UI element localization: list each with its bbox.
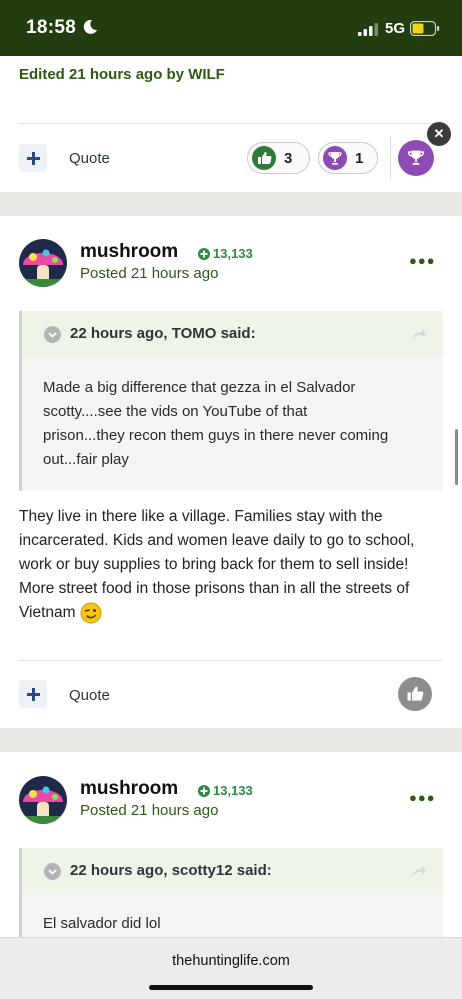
wink-emoji-icon	[80, 602, 102, 624]
reputation-count: 13,133	[213, 783, 253, 798]
multiquote-button[interactable]	[19, 680, 47, 708]
more-options-icon[interactable]: ●●●	[409, 790, 436, 805]
post-line-last: Vietnam	[19, 601, 443, 625]
status-bar: 18:58 5G	[0, 0, 462, 56]
divider	[19, 123, 443, 124]
edited-note: Edited 21 hours ago by WILF	[19, 66, 225, 83]
avatar[interactable]	[19, 239, 67, 287]
reaction-trophy-count: 1	[355, 149, 364, 167]
mushroom-avatar-icon	[19, 239, 67, 287]
plus-circle-icon	[198, 247, 210, 260]
quote-header[interactable]: 22 hours ago, TOMO said:	[22, 311, 443, 357]
chevron-down-icon[interactable]	[44, 326, 61, 343]
post-line: They live in there like a village. Famil…	[19, 508, 383, 525]
reaction-separator	[390, 136, 391, 180]
post-line: Vietnam	[19, 604, 76, 621]
posted-time[interactable]: Posted 21 hours ago	[80, 802, 218, 819]
post-separator	[0, 728, 462, 752]
quote-citation: 22 hours ago, TOMO said:	[70, 325, 256, 342]
plus-icon	[26, 687, 40, 701]
quote-line: out...fair play	[43, 451, 129, 468]
quote-button[interactable]: Quote	[69, 687, 110, 704]
divider	[19, 660, 443, 661]
reaction-like-count: 3	[284, 149, 293, 167]
quote-block: 22 hours ago, TOMO said: Made a big diff…	[19, 311, 443, 491]
reputation-badge: 13,133	[198, 246, 253, 261]
more-options-icon[interactable]: ●●●	[409, 253, 436, 268]
post-line: incarcerated. Kids and women leave daily…	[19, 532, 415, 549]
post-body: They live in there like a village. Famil…	[19, 505, 443, 625]
quote-header[interactable]: 22 hours ago, scotty12 said:	[22, 848, 443, 894]
scrollbar-thumb[interactable]	[455, 429, 458, 485]
signal-icon	[358, 23, 378, 36]
plus-icon	[26, 151, 40, 165]
moon-icon	[83, 19, 97, 34]
reaction-trophy[interactable]: 1	[318, 142, 378, 174]
post-line: work or buy supplies to bring back for t…	[19, 556, 409, 573]
quote-line: Made a big difference that gezza in el S…	[43, 379, 356, 396]
share-arrow-icon[interactable]	[411, 327, 427, 341]
home-indicator[interactable]	[149, 985, 313, 990]
reputation-badge: 13,133	[198, 783, 253, 798]
author-name[interactable]: mushroom	[80, 778, 178, 800]
status-time: 18:58	[26, 17, 77, 38]
share-arrow-icon[interactable]	[411, 864, 427, 878]
multiquote-button[interactable]	[19, 144, 47, 172]
quote-line: prison...they recon them guys in there n…	[43, 427, 389, 444]
close-icon[interactable]: ✕	[427, 122, 451, 146]
post-separator	[0, 192, 462, 216]
quote-line: El salvador did lol	[43, 915, 161, 932]
quote-block: 22 hours ago, scotty12 said: El salvador…	[19, 848, 443, 937]
trophy-icon	[407, 150, 425, 165]
thumbs-up-icon	[252, 146, 276, 170]
chevron-down-icon[interactable]	[44, 863, 61, 880]
posted-time[interactable]: Posted 21 hours ago	[80, 265, 218, 282]
mushroom-avatar-icon	[19, 776, 67, 824]
trophy-icon	[323, 146, 347, 170]
url-text[interactable]: thehuntinglife.com	[0, 953, 462, 969]
reputation-count: 13,133	[213, 246, 253, 261]
react-trophy-button[interactable]	[398, 140, 434, 176]
like-button[interactable]	[398, 677, 432, 711]
reaction-like[interactable]: 3	[247, 142, 310, 174]
author-name[interactable]: mushroom	[80, 241, 178, 263]
quote-button[interactable]: Quote	[69, 150, 110, 167]
quote-text: El salvador did lol	[43, 912, 428, 936]
quote-line: scotty....see the vids on YouTube of tha…	[43, 403, 308, 420]
plus-circle-icon	[198, 784, 210, 797]
battery-icon	[410, 21, 440, 36]
quote-citation: 22 hours ago, scotty12 said:	[70, 862, 272, 879]
avatar[interactable]	[19, 776, 67, 824]
thumbs-up-icon	[407, 686, 424, 701]
quote-text: Made a big difference that gezza in el S…	[43, 376, 428, 472]
network-type: 5G	[385, 20, 406, 37]
browser-url-bar[interactable]: thehuntinglife.com	[0, 937, 462, 999]
post-line: More street food in those prisons than i…	[19, 580, 410, 597]
